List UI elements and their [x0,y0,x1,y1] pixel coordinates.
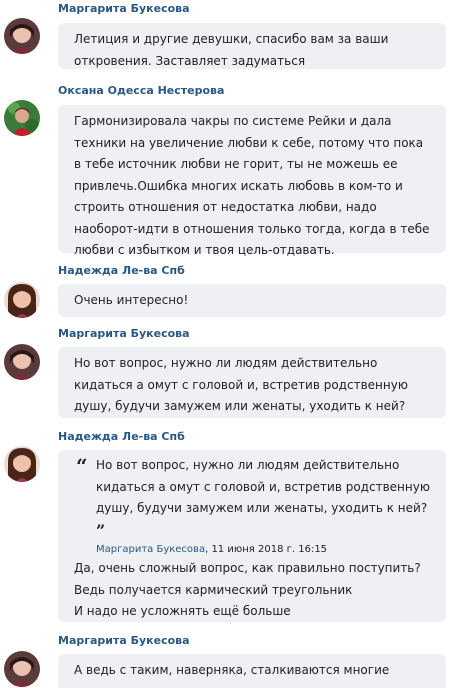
open-quote-icon: “ [76,454,88,478]
avatar[interactable] [4,282,40,318]
message-text: Но вот вопрос, нужно ли людям действител… [74,356,408,413]
message-bubble: Летиция и другие девушки, спасибо вам за… [58,23,446,69]
author-link[interactable]: Надежда Ле-ва Спб [58,264,185,278]
author-link[interactable]: Надежда Ле-ва Спб [58,430,185,444]
message-bubble: Гармонизировала чакры по системе Рейки и… [58,105,446,257]
author-link[interactable]: Маргарита Букесова [58,2,190,16]
message-text: А ведь с таким, наверняка, сталкиваются … [74,663,390,677]
message-text: Летиция и другие девушки, спасибо вам за… [74,32,389,68]
message-text: Гармонизировала чакры по системе Рейки и… [74,114,430,257]
quote-date: 11 июня 2018 г. 16:15 [211,544,328,555]
avatar[interactable] [4,446,40,482]
quote-author-link[interactable]: Маргарита Букесова [96,544,205,555]
message-bubble: Но вот вопрос, нужно ли людям действител… [58,347,446,418]
message-text: Очень интересно! [74,293,189,307]
author-link[interactable]: Маргарита Букесова [58,327,190,341]
avatar[interactable] [4,18,40,54]
avatar[interactable] [4,100,40,136]
author-link[interactable]: Маргарита Букесова [58,634,190,648]
author-link[interactable]: Оксана Одесса Нестерова [58,84,224,98]
quote-text: Но вот вопрос, нужно ли людям действител… [96,458,430,540]
message-text: Да, очень сложный вопрос, как правильно … [74,561,421,575]
message-bubble: А ведь с таким, наверняка, сталкиваются … [58,654,446,688]
quote-meta: Маргарита Букесова, 11 июня 2018 г. 16:1… [96,544,328,555]
message-text: Ведь получается кармический треугольник [74,582,353,597]
close-quote-icon: ” [96,520,106,540]
avatar[interactable] [4,344,40,380]
message-bubble: Очень интересно! [58,284,446,317]
avatar[interactable] [4,651,40,687]
message-text: И надо не усложнять ещё больше [74,604,291,618]
quoted-message: “ Но вот вопрос, нужно ли людям действит… [74,455,434,558]
message-bubble: “ Но вот вопрос, нужно ли людям действит… [58,450,446,622]
